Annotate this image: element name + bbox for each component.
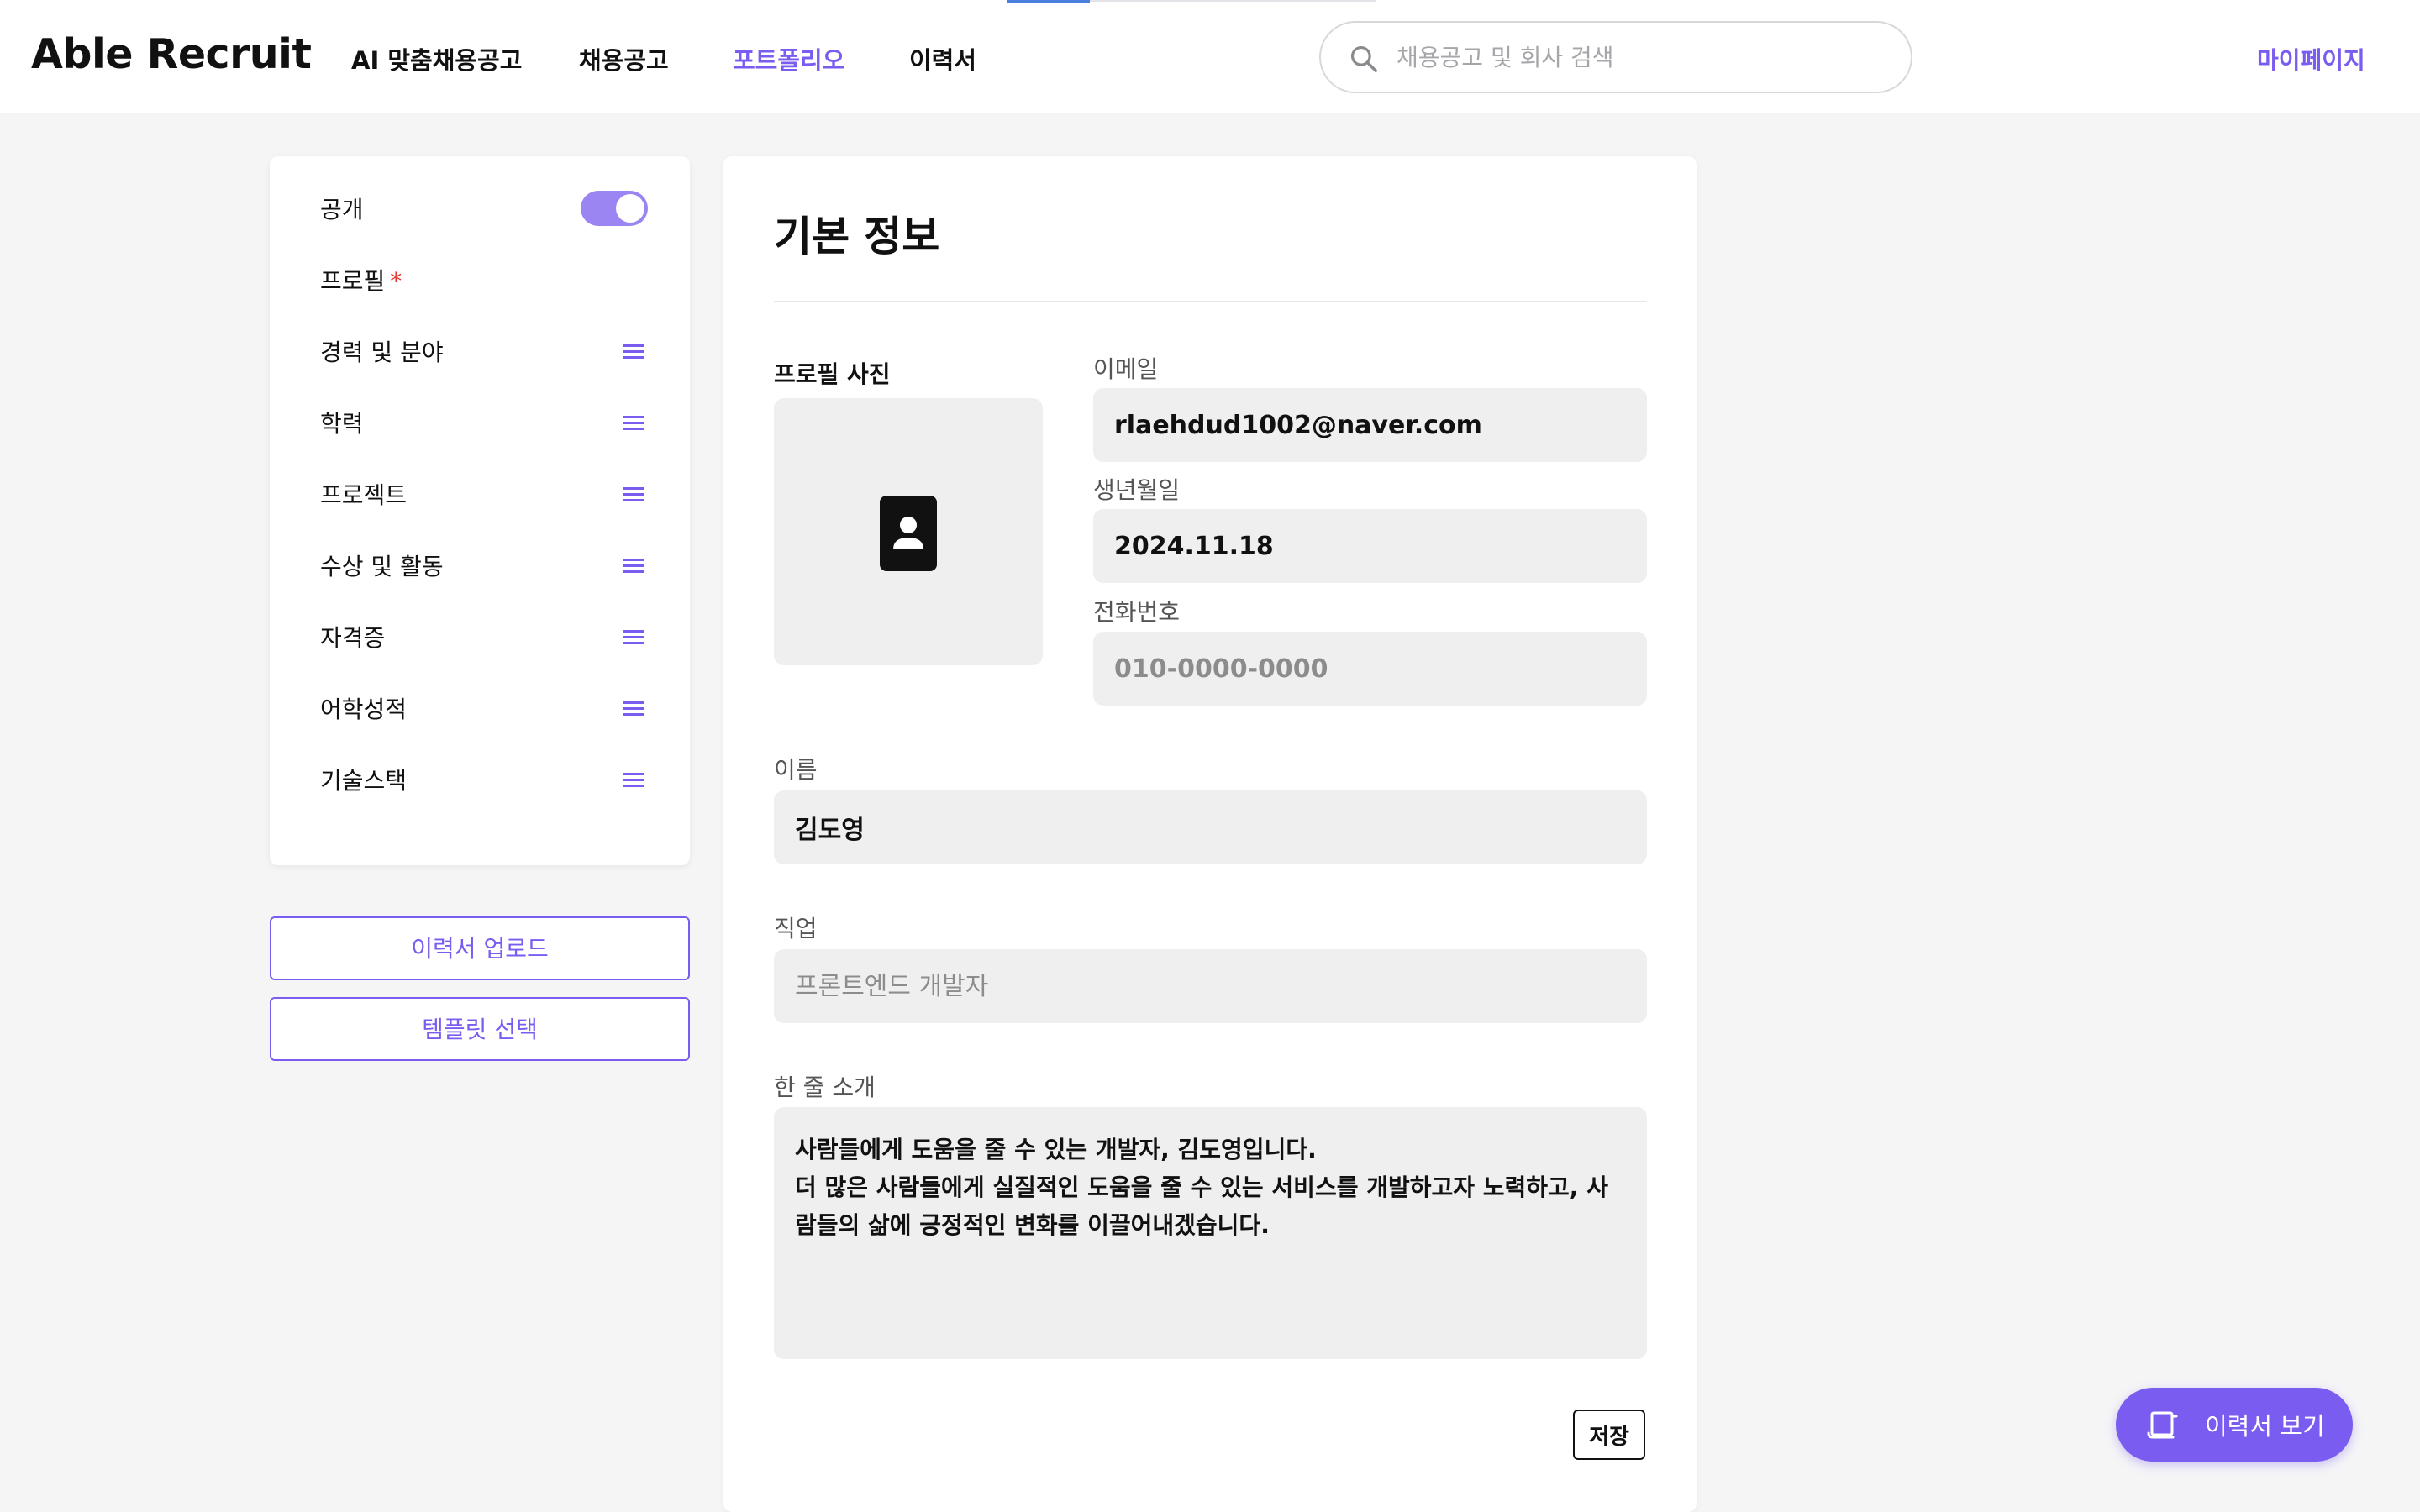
loading-progress-track — [1090, 0, 1376, 2]
top-header: Able Recruit AI 맞춤채용공고 채용공고 포트폴리오 이력서 마이… — [0, 0, 2420, 113]
save-button[interactable]: 저장 — [1573, 1410, 1645, 1460]
intro-label: 한 줄 소개 — [774, 1074, 876, 1101]
drag-handle-icon[interactable] — [623, 412, 648, 433]
resume-upload-button[interactable]: 이력서 업로드 — [270, 916, 690, 980]
public-label: 공개 — [320, 196, 364, 223]
mypage-link[interactable]: 마이페이지 — [2257, 42, 2365, 76]
phone-field[interactable] — [1093, 632, 1647, 706]
toggle-knob — [616, 194, 644, 223]
drag-handle-icon[interactable] — [623, 555, 648, 575]
sidebar-item-tech-stack[interactable]: 기술스택 — [320, 756, 648, 803]
resume-scroll-icon — [2147, 1411, 2178, 1439]
loading-progress-bar — [1007, 0, 1090, 3]
email-field[interactable] — [1093, 388, 1647, 462]
portfolio-sidebar: 공개 프로필 * 경력 및 분야 학력 프로젝트 수상 및 활동 자격증 어학성적… — [270, 156, 690, 865]
app-logo[interactable]: Able Recruit — [31, 30, 312, 78]
required-mark: * — [390, 267, 402, 295]
sidebar-item-career[interactable]: 경력 및 분야 — [320, 328, 648, 375]
sidebar-item-label: 학력 — [320, 410, 364, 438]
sidebar-item-profile[interactable]: 프로필 * — [320, 256, 648, 303]
sidebar-item-label: 자격증 — [320, 624, 386, 652]
sidebar-item-education[interactable]: 학력 — [320, 399, 648, 446]
sidebar-item-projects[interactable]: 프로젝트 — [320, 470, 648, 517]
profile-photo-label: 프로필 사진 — [774, 360, 891, 388]
sidebar-item-certificates[interactable]: 자격증 — [320, 613, 648, 660]
drag-handle-icon[interactable] — [623, 627, 648, 647]
public-toggle[interactable] — [581, 191, 648, 226]
search-bar[interactable] — [1319, 21, 1912, 93]
title-divider — [774, 301, 1647, 302]
sidebar-item-label: 프로필 * — [320, 263, 402, 297]
sidebar-item-label: 프로젝트 — [320, 481, 408, 509]
nav-portfolio[interactable]: 포트폴리오 — [733, 41, 844, 76]
email-label: 이메일 — [1093, 355, 1159, 383]
phone-label: 전화번호 — [1093, 598, 1181, 626]
job-label: 직업 — [774, 915, 818, 942]
drag-handle-icon[interactable] — [623, 341, 648, 361]
basic-info-card: 기본 정보 프로필 사진 이메일 생년월일 전화번호 이름 직업 한 줄 소개 … — [723, 156, 1697, 1512]
intro-textarea[interactable] — [774, 1107, 1647, 1359]
search-icon[interactable] — [1348, 43, 1380, 75]
nav-resume[interactable]: 이력서 — [909, 41, 976, 76]
sidebar-public-row: 공개 — [320, 185, 648, 232]
birthdate-field[interactable] — [1093, 509, 1647, 583]
job-field[interactable] — [774, 949, 1647, 1023]
sidebar-item-label: 경력 및 분야 — [320, 339, 444, 366]
contact-card-icon — [880, 496, 937, 571]
profile-label: 프로필 — [320, 267, 386, 295]
profile-photo-upload[interactable] — [774, 398, 1043, 665]
sidebar-item-label: 기술스택 — [320, 767, 408, 795]
view-resume-button[interactable]: 이력서 보기 — [2116, 1388, 2353, 1462]
sidebar-item-awards[interactable]: 수상 및 활동 — [320, 542, 648, 589]
view-resume-label: 이력서 보기 — [2205, 1412, 2325, 1441]
page-title: 기본 정보 — [774, 213, 940, 260]
nav-ai-recommended-jobs[interactable]: AI 맞춤채용공고 — [351, 41, 522, 76]
sidebar-item-language-scores[interactable]: 어학성적 — [320, 685, 648, 732]
name-field[interactable] — [774, 790, 1647, 864]
drag-handle-icon[interactable] — [623, 769, 648, 790]
sidebar-item-label: 어학성적 — [320, 696, 408, 723]
nav-job-postings[interactable]: 채용공고 — [579, 41, 669, 76]
birthdate-label: 생년월일 — [1093, 476, 1181, 504]
search-input[interactable] — [1395, 38, 1882, 76]
drag-handle-icon[interactable] — [623, 698, 648, 718]
drag-handle-icon[interactable] — [623, 484, 648, 504]
name-label: 이름 — [774, 756, 818, 784]
template-select-button[interactable]: 템플릿 선택 — [270, 997, 690, 1061]
sidebar-item-label: 수상 및 활동 — [320, 553, 444, 580]
